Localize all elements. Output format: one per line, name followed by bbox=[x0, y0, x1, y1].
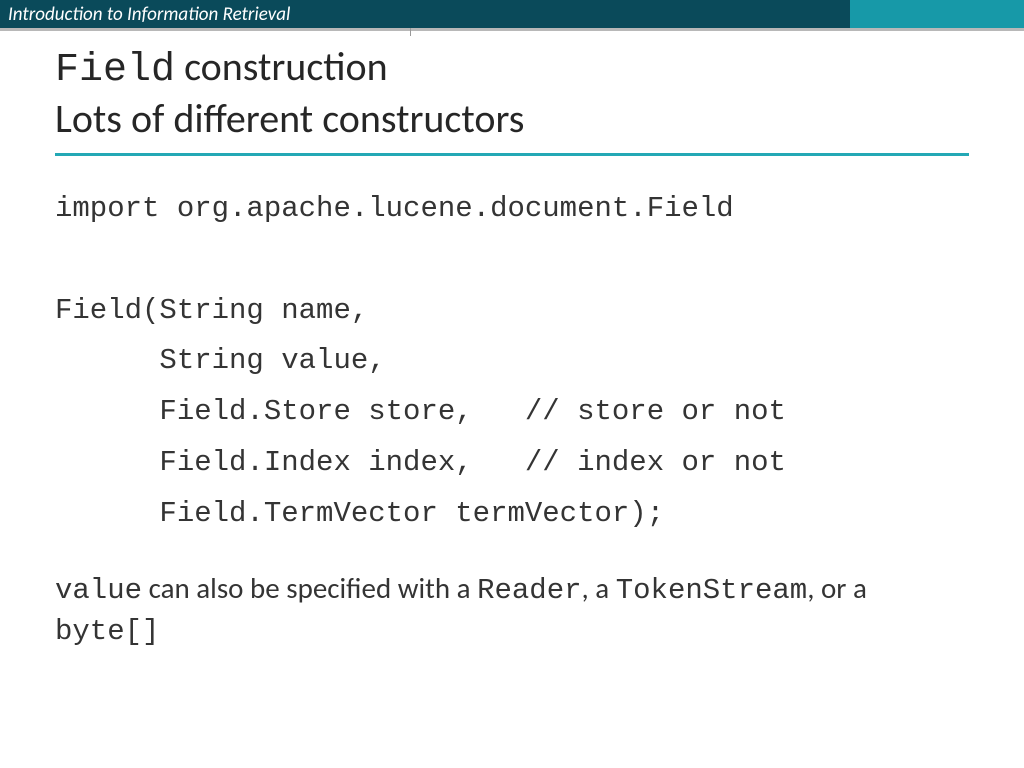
note-text-3: , or a bbox=[807, 570, 867, 606]
title-line-2: Lots of different constructors bbox=[55, 95, 969, 143]
note-block: value can also be specified with a Reade… bbox=[55, 569, 969, 651]
code-block: import org.apache.lucene.document.Field … bbox=[55, 184, 969, 539]
code-line-4: String value, bbox=[55, 344, 386, 377]
title-rest: construction bbox=[175, 42, 388, 91]
note-text-1: can also be specified with a bbox=[142, 570, 477, 606]
note-text-2: , a bbox=[582, 570, 616, 606]
header-dark-section: Introduction to Information Retrieval bbox=[0, 0, 850, 28]
note-code-2: Reader bbox=[477, 574, 581, 607]
note-code-4: byte[] bbox=[55, 615, 159, 648]
slide-content: Field construction Lots of different con… bbox=[0, 31, 1024, 652]
title-line-1: Field construction bbox=[55, 43, 969, 95]
title-block: Field construction Lots of different con… bbox=[55, 43, 969, 156]
code-line-5: Field.Store store, // store or not bbox=[55, 395, 786, 428]
header-teal-section bbox=[850, 0, 1024, 28]
note-code-3: TokenStream bbox=[616, 574, 807, 607]
code-line-7: Field.TermVector termVector); bbox=[55, 497, 664, 530]
header-title: Introduction to Information Retrieval bbox=[8, 3, 290, 26]
title-code-word: Field bbox=[55, 48, 175, 93]
code-line-1: import org.apache.lucene.document.Field bbox=[55, 192, 734, 225]
header-bar: Introduction to Information Retrieval bbox=[0, 0, 1024, 28]
note-code-1: value bbox=[55, 574, 142, 607]
code-line-3: Field(String name, bbox=[55, 294, 368, 327]
vertical-separator bbox=[410, 28, 411, 36]
code-line-6: Field.Index index, // index or not bbox=[55, 446, 786, 479]
